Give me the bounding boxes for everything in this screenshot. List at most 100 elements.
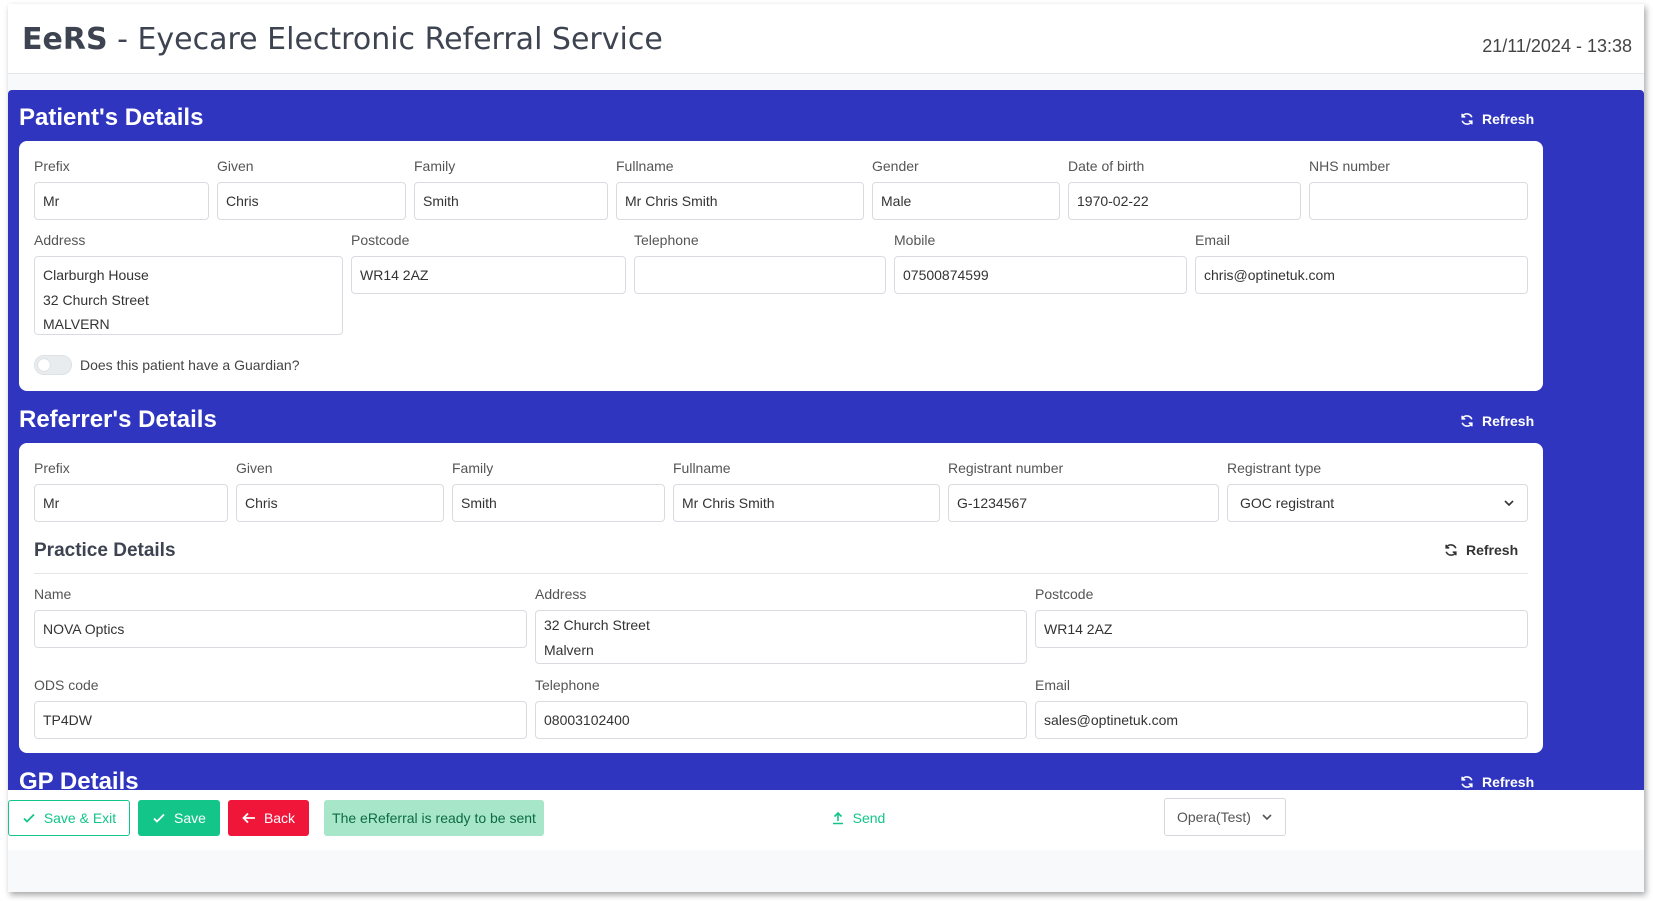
refresh-icon <box>1461 776 1473 788</box>
guardian-label: Does this patient have a Guardian? <box>80 357 300 373</box>
registrant-type-select[interactable]: GOC registrant <box>1227 484 1528 522</box>
app-title-rest: - Eyecare Electronic Referral Service <box>107 22 663 57</box>
referrer-prefix-field[interactable]: Mr <box>34 484 228 522</box>
patient-gender-field[interactable]: Male <box>872 182 1060 220</box>
system-select[interactable]: Opera(Test) <box>1164 798 1286 836</box>
referrer-family-label: Family <box>452 460 494 476</box>
practice-refresh-button[interactable]: Refresh <box>1444 542 1518 558</box>
practice-address-label: Address <box>535 586 587 602</box>
send-label: Send <box>852 810 886 826</box>
upload-icon <box>832 811 843 825</box>
header-bar: EeRS - Eyecare Electronic Referral Servi… <box>8 4 1644 74</box>
app-title-short: EeRS <box>22 22 108 57</box>
app-window: EeRS - Eyecare Electronic Referral Servi… <box>8 4 1644 892</box>
patient-nhs-field[interactable] <box>1309 182 1528 220</box>
registrant-number-label: Registrant number <box>948 460 1064 476</box>
patient-address-field[interactable]: Clarburgh House 32 Church Street MALVERN <box>34 256 343 335</box>
action-bar: Save & Exit Save Back The eReferral is r… <box>8 790 1644 850</box>
arrow-left-icon <box>242 812 255 824</box>
address-line: MALVERN <box>43 316 110 332</box>
patient-given-label: Given <box>217 158 254 174</box>
patient-postcode-label: Postcode <box>351 232 410 248</box>
patient-card: Prefix Mr Given Chris Family Smith Fulln… <box>19 141 1543 391</box>
referrer-prefix-label: Prefix <box>34 460 70 476</box>
patient-mobile-label: Mobile <box>894 232 936 248</box>
address-line: Malvern <box>544 641 594 658</box>
patient-telephone-label: Telephone <box>634 232 699 248</box>
patient-email-label: Email <box>1195 232 1231 248</box>
patient-family-field[interactable]: Smith <box>414 182 608 220</box>
registrant-type-value: GOC registrant <box>1240 495 1335 511</box>
chevron-down-icon <box>1262 814 1272 821</box>
save-label: Save <box>174 810 206 826</box>
practice-email-field[interactable]: sales@optinetuk.com <box>1035 701 1528 739</box>
referrer-family-field[interactable]: Smith <box>452 484 665 522</box>
practice-postcode-label: Postcode <box>1035 586 1094 602</box>
patient-given-field[interactable]: Chris <box>217 182 406 220</box>
send-button[interactable]: Send <box>818 800 898 836</box>
referrer-section-title: Referrer's Details <box>19 406 217 433</box>
patient-mobile-field[interactable]: 07500874599 <box>894 256 1187 294</box>
patient-fullname-field[interactable]: Mr Chris Smith <box>616 182 864 220</box>
referrer-fullname-field[interactable]: Mr Chris Smith <box>673 484 940 522</box>
address-line: Clarburgh House <box>43 267 149 283</box>
ready-status-text: The eReferral is ready to be sent <box>332 810 536 826</box>
practice-name-field[interactable]: NOVA Optics <box>34 610 527 648</box>
patient-section-title: Patient's Details <box>19 104 204 131</box>
refresh-icon <box>1445 544 1457 556</box>
practice-telephone-label: Telephone <box>535 677 600 693</box>
ready-status-badge: The eReferral is ready to be sent <box>324 800 544 836</box>
back-label: Back <box>263 810 296 826</box>
patient-prefix-label: Prefix <box>34 158 70 174</box>
patient-nhs-label: NHS number <box>1309 158 1390 174</box>
patient-address-label: Address <box>34 232 86 248</box>
patient-gender-label: Gender <box>872 158 919 174</box>
guardian-toggle[interactable] <box>34 355 72 375</box>
ods-code-field[interactable]: TP4DW <box>34 701 527 739</box>
refresh-label: Refresh <box>1482 413 1535 429</box>
ods-code-label: ODS code <box>34 677 99 693</box>
practice-section-title: Practice Details <box>34 540 176 561</box>
patient-dob-field[interactable]: 1970-02-22 <box>1068 182 1301 220</box>
address-line: 32 Church Street <box>544 617 650 633</box>
save-button[interactable]: Save <box>138 800 220 836</box>
referrer-given-label: Given <box>236 460 273 476</box>
patient-prefix-field[interactable]: Mr <box>34 182 209 220</box>
back-button[interactable]: Back <box>228 800 309 836</box>
registrant-type-label: Registrant type <box>1227 460 1322 476</box>
save-exit-label: Save & Exit <box>43 810 117 826</box>
address-line: 32 Church Street <box>43 291 149 308</box>
current-datetime: 21/11/2024 - 13:38 <box>1482 36 1632 56</box>
practice-address-field[interactable]: 32 Church Street Malvern <box>535 610 1027 664</box>
refresh-label: Refresh <box>1482 774 1535 790</box>
practice-postcode-field[interactable]: WR14 2AZ <box>1035 610 1528 648</box>
patient-family-label: Family <box>414 158 456 174</box>
registrant-number-field[interactable]: G-1234567 <box>948 484 1219 522</box>
patient-fullname-label: Fullname <box>616 158 674 174</box>
referrer-given-field[interactable]: Chris <box>236 484 444 522</box>
patient-dob-label: Date of birth <box>1068 158 1145 174</box>
system-select-value: Opera(Test) <box>1177 809 1251 825</box>
practice-name-label: Name <box>34 586 72 602</box>
referrer-card: Prefix Mr Given Chris Family Smith Fulln… <box>19 443 1543 753</box>
refresh-label: Refresh <box>1466 542 1519 558</box>
refresh-label: Refresh <box>1482 111 1535 127</box>
divider <box>34 573 1528 574</box>
patient-email-field[interactable]: chris@optinetuk.com <box>1195 256 1528 294</box>
app-title: EeRS - Eyecare Electronic Referral Servi… <box>22 22 663 57</box>
refresh-icon <box>1461 415 1473 427</box>
referrer-refresh-button[interactable]: Refresh <box>1460 413 1534 429</box>
patient-refresh-button[interactable]: Refresh <box>1460 111 1534 127</box>
check-icon <box>23 813 35 823</box>
patient-postcode-field[interactable]: WR14 2AZ <box>351 256 626 294</box>
check-icon <box>153 813 165 823</box>
referrer-fullname-label: Fullname <box>673 460 731 476</box>
referral-panel: Patient's Details Refresh Prefix Mr Give… <box>8 90 1644 850</box>
practice-telephone-field[interactable]: 08003102400 <box>535 701 1027 739</box>
refresh-icon <box>1461 113 1473 125</box>
patient-telephone-field[interactable] <box>634 256 886 294</box>
practice-email-label: Email <box>1035 677 1071 693</box>
save-exit-button[interactable]: Save & Exit <box>8 800 130 836</box>
gp-refresh-button[interactable]: Refresh <box>1460 774 1534 790</box>
chevron-down-icon <box>1504 500 1514 507</box>
